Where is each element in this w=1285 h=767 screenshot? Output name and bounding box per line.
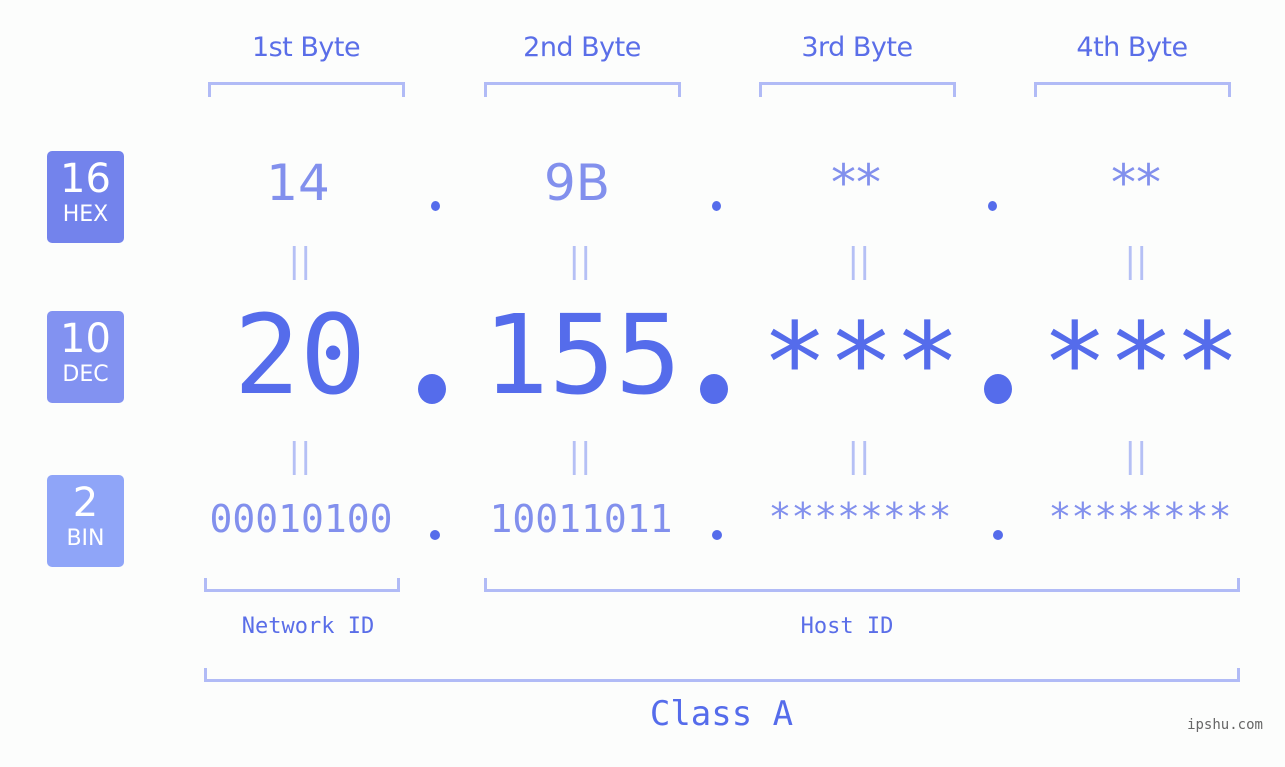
class-label: Class A [649, 694, 794, 734]
equals-dec-bin-1: || [288, 436, 312, 476]
network-id-label: Network ID [241, 614, 375, 639]
bin-value-4: ******** [1048, 495, 1232, 539]
dec-value-2: 155 [482, 291, 682, 419]
host-id-label: Host ID [800, 614, 894, 639]
bin-value-3: ******** [768, 495, 952, 539]
bin-dot-2 [712, 530, 722, 540]
hex-value-4: ** [1111, 154, 1161, 212]
byte-header-1: 1st Byte [251, 32, 361, 63]
equals-dec-bin-3: || [847, 436, 871, 476]
equals-hex-dec-1: || [288, 241, 312, 281]
hex-badge-number: 16 [60, 156, 111, 202]
bin-dot-3 [993, 530, 1003, 540]
class-bracket [204, 668, 1240, 682]
bin-value-2: 10011011 [489, 497, 673, 541]
byte-bracket-2 [484, 82, 681, 97]
bin-badge-label: BIN [66, 526, 105, 551]
network-id-bracket [204, 578, 400, 592]
dec-badge-number: 10 [60, 316, 111, 362]
host-id-bracket [484, 578, 1240, 592]
bin-badge: 2 BIN [47, 475, 124, 567]
equals-hex-dec-3: || [847, 241, 871, 281]
byte-header-3: 3rd Byte [801, 32, 913, 63]
bin-dot-1 [430, 530, 440, 540]
byte-header-2: 2nd Byte [523, 32, 641, 63]
dec-value-1: 20 [233, 291, 367, 419]
dec-value-4: *** [1041, 299, 1241, 427]
byte-bracket-3 [759, 82, 956, 97]
byte-bracket-4 [1034, 82, 1231, 97]
byte-bracket-1 [208, 82, 405, 97]
dec-dot-3 [984, 374, 1012, 404]
equals-hex-dec-2: || [568, 241, 592, 281]
hex-badge-label: HEX [62, 202, 109, 227]
equals-hex-dec-4: || [1124, 241, 1148, 281]
hex-dot-3 [988, 201, 997, 211]
bin-value-1: 00010100 [209, 497, 393, 541]
hex-value-3: ** [831, 154, 881, 212]
hex-badge: 16 HEX [47, 151, 124, 243]
dec-dot-1 [418, 374, 446, 404]
dec-dot-2 [700, 374, 728, 404]
watermark: ipshu.com [1187, 717, 1263, 733]
hex-value-2: 9B [543, 154, 611, 212]
bin-badge-number: 2 [72, 480, 99, 526]
hex-value-1: 14 [266, 154, 330, 212]
dec-badge: 10 DEC [47, 311, 124, 403]
byte-header-4: 4th Byte [1076, 32, 1188, 63]
equals-dec-bin-2: || [568, 436, 592, 476]
dec-value-3: *** [761, 299, 961, 427]
equals-dec-bin-4: || [1124, 436, 1148, 476]
hex-dot-1 [431, 201, 440, 211]
dec-badge-label: DEC [62, 362, 109, 387]
hex-dot-2 [712, 201, 721, 211]
